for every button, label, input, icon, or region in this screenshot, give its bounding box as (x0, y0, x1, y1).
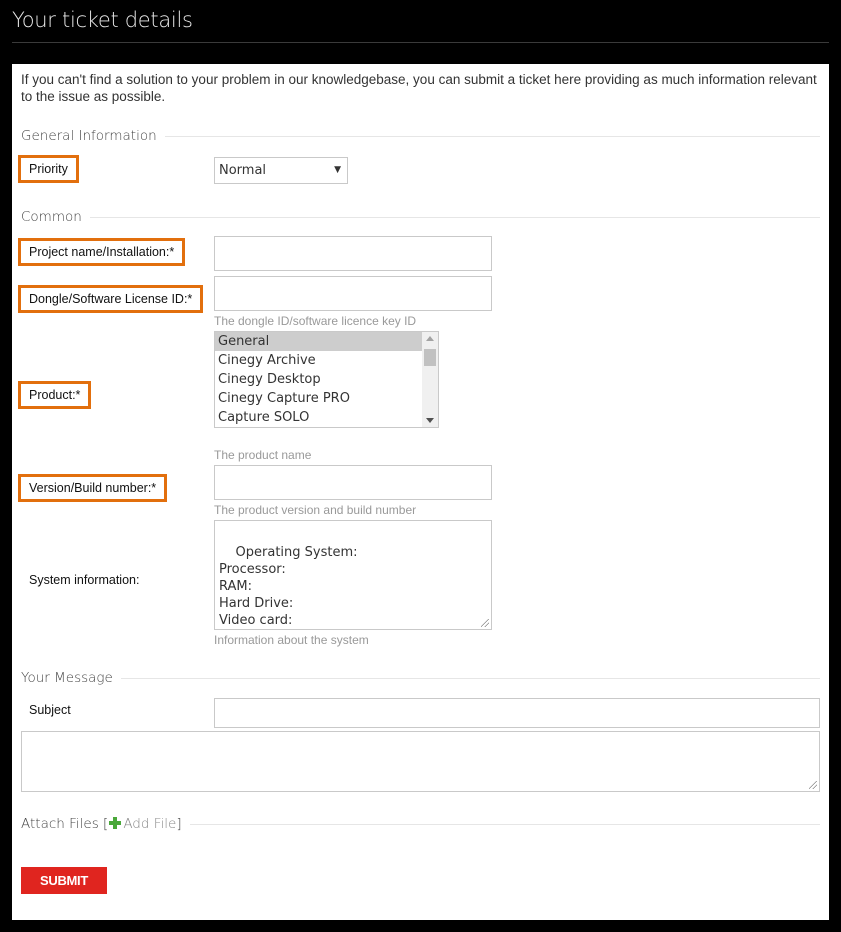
section-common: Common (21, 209, 820, 225)
system-info-textarea[interactable]: Operating System: Processor: RAM: Hard D… (214, 520, 492, 630)
submit-button[interactable]: SUBMIT (21, 867, 107, 894)
dongle-license-label: Dongle/Software License ID:* (18, 285, 204, 313)
product-option[interactable]: Cinegy Capture PRO (215, 389, 422, 408)
product-option[interactable]: Capture SOLO (215, 408, 422, 427)
project-name-label: Project name/Installation:* (18, 238, 186, 266)
scroll-down-icon[interactable] (426, 418, 434, 423)
resize-handle-icon[interactable] (809, 781, 817, 789)
attach-files-label: Attach Files [ (21, 816, 109, 832)
ticket-form: If you can't find a solution to your pro… (12, 64, 829, 920)
priority-value: Normal (219, 163, 267, 178)
priority-select[interactable]: Normal ▼ (214, 157, 348, 184)
page-title: Your ticket details (12, 8, 193, 32)
attach-close-bracket: ] (176, 816, 182, 832)
subject-label: Subject (29, 703, 71, 717)
system-info-value: Operating System: Processor: RAM: Hard D… (219, 545, 358, 628)
plus-icon (109, 817, 122, 829)
product-hint: The product name (214, 448, 312, 462)
dropdown-arrow-icon: ▼ (334, 165, 341, 175)
dongle-license-hint: The dongle ID/software licence key ID (214, 314, 417, 328)
section-your-message: Your Message (21, 670, 820, 686)
version-input[interactable] (214, 465, 492, 500)
version-label: Version/Build number:* (18, 474, 168, 502)
listbox-scrollbar[interactable] (422, 332, 438, 427)
title-divider (12, 42, 829, 43)
intro-text: If you can't find a solution to your pro… (21, 72, 817, 104)
section-title: General Information (21, 128, 157, 144)
dongle-license-input[interactable] (214, 276, 492, 311)
product-option[interactable]: Cinegy Desktop (215, 370, 422, 389)
system-info-label: System information: (29, 573, 140, 587)
section-title: Common (21, 209, 82, 225)
section-divider (164, 135, 820, 137)
section-divider (89, 216, 820, 218)
version-hint: The product version and build number (214, 503, 417, 517)
add-file-link[interactable]: Add File (108, 816, 176, 832)
priority-label: Priority (18, 155, 79, 183)
section-divider (189, 823, 820, 825)
product-options: General Cinegy Archive Cinegy Desktop Cineg… (215, 332, 422, 427)
section-divider (120, 677, 820, 679)
attach-files-section: Attach Files [ Add File] (21, 816, 820, 832)
section-general-information: General Information (21, 128, 820, 144)
product-listbox[interactable]: General Cinegy Archive Cinegy Desktop Cineg… (214, 331, 439, 428)
subject-input[interactable] (214, 698, 820, 728)
product-option[interactable]: General (215, 332, 422, 351)
product-option[interactable]: Cinegy Archive (215, 351, 422, 370)
scroll-up-icon[interactable] (426, 336, 434, 341)
system-info-hint: Information about the system (214, 633, 369, 647)
scrollbar-thumb[interactable] (424, 349, 436, 366)
product-label: Product:* (18, 381, 92, 409)
project-name-input[interactable] (214, 236, 492, 271)
add-file-label: Add File (123, 816, 177, 832)
section-title: Your Message (21, 670, 113, 686)
message-textarea[interactable] (21, 731, 820, 792)
resize-handle-icon[interactable] (481, 619, 489, 627)
